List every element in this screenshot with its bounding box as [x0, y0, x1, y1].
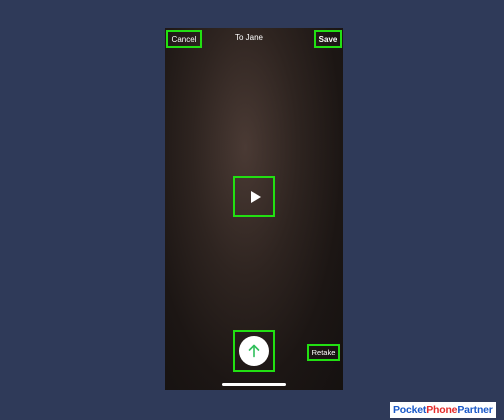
recipient-title: To Jane [234, 33, 264, 42]
play-button[interactable] [233, 176, 275, 217]
save-button[interactable]: Save [314, 30, 342, 48]
retake-button[interactable]: Retake [307, 344, 340, 361]
cancel-button[interactable]: Cancel [166, 30, 202, 48]
arrow-up-icon [248, 344, 260, 358]
retake-label: Retake [311, 348, 336, 357]
logo-part-partner: Partner [457, 404, 493, 416]
save-label: Save [318, 35, 338, 44]
pocketphonepartner-logo: PocketPhonePartner [390, 402, 496, 418]
logo-part-phone: Phone [426, 404, 458, 416]
video-preview-screen: Cancel To Jane Save Retake [165, 28, 343, 390]
cancel-label: Cancel [171, 35, 197, 44]
send-circle [239, 336, 269, 366]
send-button[interactable] [233, 330, 275, 372]
logo-part-pocket: Pocket [393, 404, 427, 416]
home-indicator[interactable] [222, 383, 286, 386]
play-icon [251, 191, 261, 203]
